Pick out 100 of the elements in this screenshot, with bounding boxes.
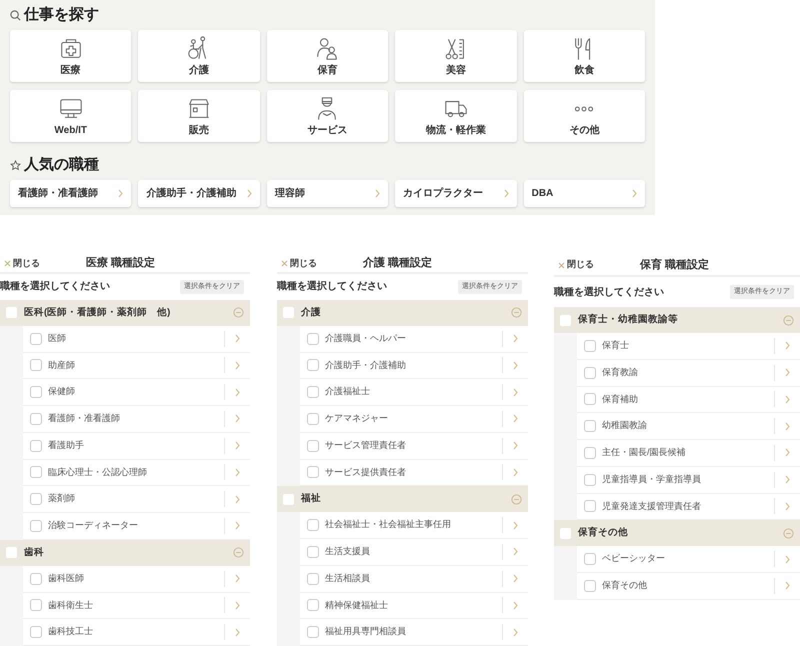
checkbox[interactable] bbox=[307, 519, 319, 532]
job-row[interactable]: ケアマネジャー bbox=[300, 406, 528, 433]
group-header[interactable]: 医科(医師・看護師・薬剤師 他) bbox=[0, 300, 250, 326]
collapse-icon[interactable] bbox=[233, 547, 244, 558]
job-row[interactable]: 介護助手・介護補助 bbox=[300, 352, 528, 380]
job-row[interactable]: 幼稚園教諭 bbox=[577, 413, 800, 440]
job-row[interactable]: 保育士 bbox=[577, 333, 800, 360]
checkbox[interactable] bbox=[307, 546, 319, 558]
chevron-icon bbox=[375, 189, 380, 198]
job-row[interactable]: 助産師 bbox=[23, 352, 250, 380]
checkbox[interactable] bbox=[30, 386, 42, 398]
job-label: ベビーシッター bbox=[602, 552, 666, 566]
close-button[interactable]: 閉じる bbox=[277, 256, 317, 270]
job-row[interactable]: 児童発達支援管理責任者 bbox=[577, 494, 800, 520]
popular-job-link[interactable]: 看護師・准看護師 bbox=[10, 180, 132, 207]
job-row[interactable]: 看護助手 bbox=[23, 432, 250, 460]
category-card[interactable]: サービス bbox=[266, 90, 388, 142]
job-row[interactable]: 保育その他 bbox=[577, 573, 800, 600]
popular-job-link[interactable]: 介護助手・介護補助 bbox=[138, 180, 260, 207]
checkbox[interactable] bbox=[307, 572, 319, 585]
job-row[interactable]: 薬剤師 bbox=[23, 486, 250, 513]
group-header[interactable]: 保育その他 bbox=[554, 520, 800, 546]
checkbox[interactable] bbox=[584, 474, 596, 486]
job-row[interactable]: 保育教諭 bbox=[577, 360, 800, 386]
job-row[interactable]: 治験コーディネーター bbox=[23, 513, 250, 540]
group-header[interactable]: 保育士・幼稚園教諭等 bbox=[554, 307, 800, 333]
chevron-icon bbox=[513, 388, 518, 397]
checkbox[interactable] bbox=[307, 440, 319, 452]
category-card[interactable]: 介護 bbox=[138, 30, 260, 82]
job-row[interactable]: 歯科技工士 bbox=[23, 619, 250, 646]
checkbox[interactable] bbox=[30, 520, 42, 532]
job-row[interactable]: サービス提供責任者 bbox=[300, 460, 528, 486]
collapse-icon[interactable] bbox=[783, 528, 794, 539]
job-row[interactable]: 歯科衛生士 bbox=[23, 592, 250, 620]
job-row[interactable]: 臨床心理士・公認心理師 bbox=[23, 460, 250, 486]
checkbox[interactable] bbox=[584, 580, 596, 592]
category-card[interactable]: 販売 bbox=[138, 90, 260, 142]
checkbox[interactable] bbox=[584, 393, 596, 406]
job-row[interactable]: 保育補助 bbox=[577, 386, 800, 414]
category-card[interactable]: その他 bbox=[524, 90, 645, 142]
checkbox[interactable] bbox=[30, 493, 42, 506]
category-card[interactable]: 美容 bbox=[395, 30, 517, 82]
checkbox[interactable] bbox=[307, 412, 319, 425]
job-row[interactable]: 歯科医師 bbox=[23, 566, 250, 592]
collapse-icon[interactable] bbox=[511, 494, 522, 505]
category-card[interactable]: 医療 bbox=[10, 30, 132, 82]
close-button[interactable]: 閉じる bbox=[554, 258, 594, 272]
job-row[interactable]: 介護職員・ヘルパー bbox=[300, 326, 528, 352]
checkbox[interactable] bbox=[584, 340, 596, 352]
popular-job-link[interactable]: 理容師 bbox=[266, 180, 388, 207]
close-button[interactable]: 閉じる bbox=[0, 256, 40, 270]
collapse-icon[interactable] bbox=[511, 307, 522, 318]
checkbox[interactable] bbox=[30, 359, 42, 372]
chevron-icon bbox=[246, 189, 252, 198]
job-row[interactable]: 主任・園長/園長候補 bbox=[577, 440, 800, 467]
category-card[interactable]: 物流・軽作業 bbox=[395, 90, 517, 142]
group-header[interactable]: 歯科 bbox=[0, 540, 250, 566]
checkbox[interactable] bbox=[584, 500, 596, 512]
checkbox[interactable] bbox=[307, 466, 319, 478]
checkbox[interactable] bbox=[30, 412, 42, 425]
checkbox[interactable] bbox=[307, 359, 319, 372]
job-row[interactable]: 介護福祉士 bbox=[300, 379, 528, 406]
checkbox[interactable] bbox=[584, 420, 596, 432]
chevron-icon bbox=[513, 628, 518, 637]
checkbox[interactable] bbox=[307, 626, 319, 638]
job-row[interactable]: 精神保健福祉士 bbox=[300, 592, 528, 620]
job-row[interactable]: 看護師・准看護師 bbox=[23, 406, 250, 433]
checkbox[interactable] bbox=[307, 332, 319, 345]
checkbox[interactable] bbox=[584, 553, 596, 566]
job-row[interactable]: 生活支援員 bbox=[300, 539, 528, 566]
category-card[interactable]: 飲食 bbox=[524, 30, 645, 82]
popular-job-link[interactable]: カイロプラクター bbox=[395, 180, 517, 207]
checkbox[interactable] bbox=[30, 440, 42, 452]
checkbox[interactable] bbox=[30, 599, 42, 612]
job-row[interactable]: 生活相談員 bbox=[300, 566, 528, 592]
job-row[interactable]: サービス管理責任者 bbox=[300, 432, 528, 460]
category-card[interactable]: Web/IT bbox=[10, 90, 132, 142]
checkbox[interactable] bbox=[30, 466, 42, 478]
collapse-icon[interactable] bbox=[233, 307, 244, 318]
group-header[interactable]: 介護 bbox=[277, 300, 528, 326]
category-card[interactable]: 保育 bbox=[266, 30, 388, 82]
group-label: 介護 bbox=[301, 306, 322, 320]
group-header[interactable]: 福祉 bbox=[277, 486, 528, 512]
job-label: 助産師 bbox=[48, 358, 76, 372]
checkbox[interactable] bbox=[584, 366, 596, 379]
checkbox[interactable] bbox=[30, 626, 42, 638]
collapse-icon[interactable] bbox=[783, 314, 794, 326]
prompt-text: 職種を選択してください bbox=[0, 280, 110, 294]
job-row[interactable]: 保健師 bbox=[23, 379, 250, 406]
checkbox[interactable] bbox=[307, 386, 319, 398]
job-row[interactable]: 医師 bbox=[23, 326, 250, 352]
checkbox[interactable] bbox=[30, 572, 42, 585]
popular-job-link[interactable]: DBA bbox=[524, 180, 645, 207]
checkbox[interactable] bbox=[30, 332, 42, 345]
checkbox[interactable] bbox=[584, 446, 596, 459]
job-row[interactable]: ベビーシッター bbox=[577, 546, 800, 573]
job-row[interactable]: 福祉用具専門相談員 bbox=[300, 619, 528, 646]
job-row[interactable]: 社会福祉士・社会福祉主事任用 bbox=[300, 512, 528, 539]
job-row[interactable]: 児童指導員・学童指導員 bbox=[577, 466, 800, 494]
checkbox[interactable] bbox=[307, 599, 319, 612]
